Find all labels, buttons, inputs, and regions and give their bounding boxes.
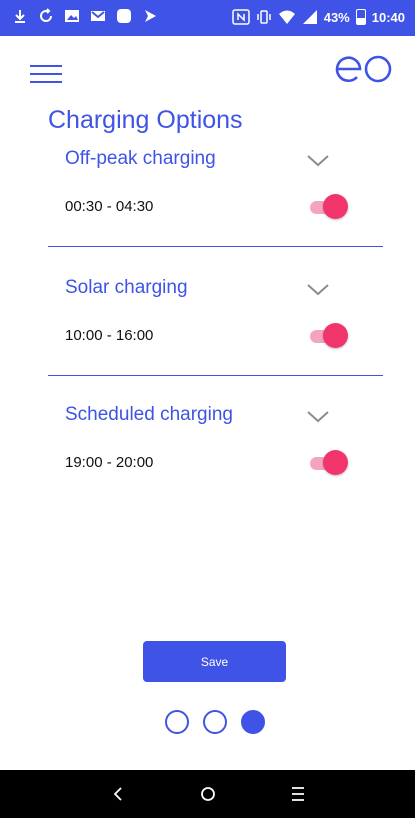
- chevron-down-icon[interactable]: [306, 154, 330, 168]
- divider: [48, 375, 383, 376]
- home-icon[interactable]: [193, 780, 223, 808]
- app-icon: [117, 9, 131, 23]
- option-solar: Solar charging 10:00 - 16:00: [48, 277, 383, 377]
- chevron-down-icon[interactable]: [306, 410, 330, 424]
- option-toggle[interactable]: [310, 194, 348, 220]
- status-bar: 43% 10:40: [0, 0, 415, 36]
- gmail-icon: [91, 11, 105, 21]
- option-time: 19:00 - 20:00: [65, 454, 154, 471]
- back-icon[interactable]: [103, 780, 133, 808]
- option-off-peak: Off-peak charging 00:30 - 04:30: [48, 148, 383, 248]
- option-toggle[interactable]: [310, 450, 348, 476]
- vibrate-icon: [256, 10, 271, 24]
- option-title: Off-peak charging: [65, 148, 216, 169]
- chevron-down-icon[interactable]: [306, 283, 330, 297]
- option-toggle[interactable]: [310, 323, 348, 349]
- system-icons: 43% 10:40: [231, 9, 405, 25]
- page-dot-1[interactable]: [165, 710, 189, 734]
- wifi-icon: [278, 10, 295, 24]
- eo-logo: [335, 55, 392, 83]
- status-time: 10:40: [371, 9, 405, 25]
- option-time: 00:30 - 04:30: [65, 198, 154, 215]
- option-time: 10:00 - 16:00: [65, 327, 154, 344]
- page-dot-3[interactable]: [241, 710, 265, 734]
- option-title: Scheduled charging: [65, 404, 233, 425]
- nfc-icon: [231, 9, 250, 25]
- android-nav-bar: [0, 770, 415, 818]
- signal-icon: [302, 10, 317, 24]
- play-icon: [145, 10, 156, 22]
- divider: [48, 246, 383, 247]
- sync-icon: [40, 8, 52, 22]
- option-scheduled: Scheduled charging 19:00 - 20:00: [48, 404, 383, 484]
- menu-icon[interactable]: [283, 780, 313, 808]
- download-icon: [15, 10, 25, 23]
- hamburger-icon[interactable]: [30, 62, 62, 86]
- gallery-icon: [65, 10, 79, 22]
- battery-percentage: 43%: [323, 9, 350, 25]
- battery-icon: [355, 9, 366, 25]
- page-title: Charging Options: [48, 106, 243, 134]
- page-indicator: [165, 710, 265, 734]
- notification-icons: [12, 8, 158, 24]
- option-title: Solar charging: [65, 277, 188, 298]
- save-button[interactable]: Save: [143, 641, 286, 682]
- page-dot-2[interactable]: [203, 710, 227, 734]
